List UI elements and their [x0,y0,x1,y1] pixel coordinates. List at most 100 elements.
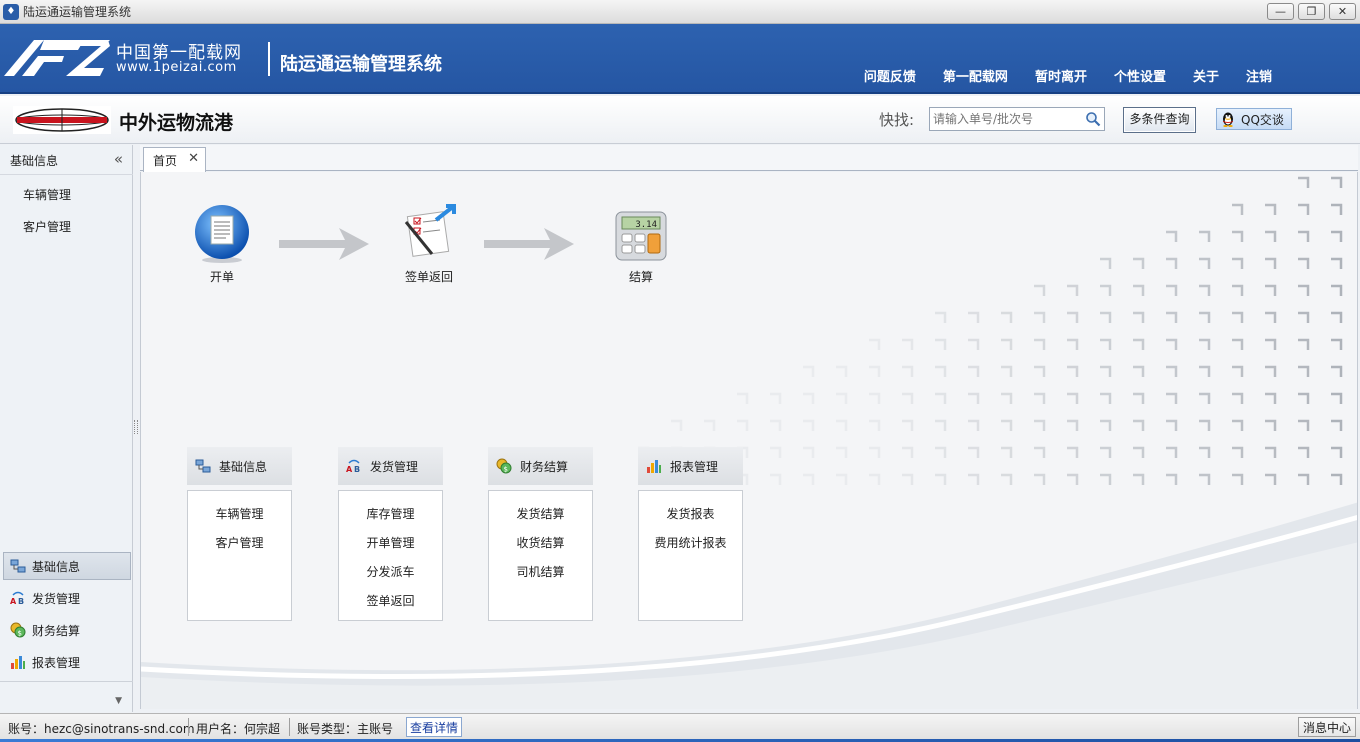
svg-text:B: B [354,465,360,474]
status-account-type: 账号类型：主账号 [297,722,394,736]
minimize-button[interactable]: — [1267,3,1294,20]
panel-reports: 报表管理 发货报表 费用统计报表 [638,447,743,621]
home-content: 开单 签单返回 3.14 结算 基础信息 车辆管理 客户管理 A B 发货管理 … [140,172,1358,709]
svg-text:A: A [10,597,17,606]
panel-link[interactable]: 司机结算 [489,563,592,592]
panel-basic-info: 基础信息 车辆管理 客户管理 [187,447,292,621]
quick-find-label: 快找: [879,111,915,129]
panel-link[interactable]: 发货报表 [639,505,742,534]
shipping-icon: A B [10,591,24,606]
report-chart-icon [11,656,25,669]
sidebar-nav-reports[interactable]: 报表管理 [3,648,131,676]
panel-link[interactable]: 库存管理 [339,505,442,534]
sidebar-nav-label: 基础信息 [32,559,81,574]
window-controls: — ❐ ✕ [1267,3,1356,20]
tab-strip: 首页 ✕ [140,145,1358,172]
tab-home-label: 首页 [153,154,178,168]
status-separator [188,718,189,736]
status-bar: 账号：hezc@sinotrans-snd.com 用户名：何宗超 账号类型：主… [0,713,1360,742]
window-title: 陆运通运输管理系统 [23,5,132,19]
status-account: 账号：hezc@sinotrans-snd.com [8,722,195,736]
logo-divider [268,42,270,76]
flow-receipt-return[interactable]: 签单返回 [384,204,474,285]
flow-arrow-icon [279,228,369,260]
checklist-pen-icon [404,204,456,257]
sidebar: 基础信息 « 车辆管理 客户管理 基础信息 A B 发货管理 $ 财务结算 报表… [0,145,133,712]
tab-close-icon[interactable]: ✕ [188,151,199,166]
flow-label: 开单 [209,270,234,284]
nav-away[interactable]: 暂时离开 [1035,66,1087,85]
sidebar-nav-basic-info[interactable]: 基础信息 [3,552,131,580]
panel-link[interactable]: 分发派车 [339,563,442,592]
qq-chat-label: QQ交谈 [1241,112,1284,127]
search-box [929,107,1105,131]
basic-info-icon [195,459,211,473]
collapse-icon[interactable]: « [114,150,123,168]
panel-shipping: A B 发货管理 库存管理 开单管理 分发派车 签单返回 [338,447,443,621]
flow-settlement[interactable]: 3.14 结算 [596,204,686,285]
nav-feedback[interactable]: 问题反馈 [864,66,916,85]
sidebar-header: 基础信息 « [0,145,133,175]
panel-body: 发货结算 收货结算 司机结算 [488,490,593,621]
panel-link[interactable]: 开单管理 [339,534,442,563]
company-logo-icon [13,106,111,134]
nav-settings[interactable]: 个性设置 [1114,66,1166,85]
qq-chat-button[interactable]: QQ交谈 [1216,108,1292,130]
panel-link[interactable]: 收货结算 [489,534,592,563]
sidebar-splitter-handle[interactable] [134,420,138,434]
search-input[interactable] [930,108,1080,130]
sidebar-item-customer[interactable]: 客户管理 [23,218,71,235]
panel-link[interactable]: 费用统计报表 [639,534,742,563]
svg-text:$: $ [504,466,508,474]
panel-link[interactable]: 客户管理 [188,534,291,563]
panel-link[interactable]: 车辆管理 [188,505,291,534]
panel-link[interactable]: 发货结算 [489,505,592,534]
panel-title: 基础信息 [219,459,268,474]
window-title-bar: ♦ 陆运通运输管理系统 — ❐ ✕ [0,0,1360,24]
pz-logo-icon [4,40,110,76]
sidebar-item-vehicle[interactable]: 车辆管理 [23,186,71,203]
panel-title: 财务结算 [520,459,569,474]
panel-body: 发货报表 费用统计报表 [638,490,743,621]
top-nav: 问题反馈 第一配载网 暂时离开 个性设置 关于 注销 [837,66,1272,85]
sidebar-nav-shipping[interactable]: A B 发货管理 [3,584,131,612]
view-details-link[interactable]: 查看详情 [406,717,463,737]
sidebar-title: 基础信息 [10,154,59,168]
status-separator [289,718,290,736]
document-globe-icon [195,205,249,263]
calculator-display: 3.14 [635,220,657,230]
flow-label: 结算 [628,270,653,284]
flow-open-order[interactable]: 开单 [177,204,267,285]
svg-text:B: B [18,597,24,606]
multi-condition-query-button[interactable]: 多条件查询 [1123,107,1196,133]
restore-button[interactable]: ❐ [1298,3,1325,20]
search-icon[interactable] [1085,111,1101,127]
panel-title: 发货管理 [370,459,419,474]
system-name: 陆运通运输管理系统 [280,54,442,75]
panel-body: 库存管理 开单管理 分发派车 签单返回 [338,490,443,621]
sidebar-nav-label: 报表管理 [32,655,81,670]
panel-header: $ 财务结算 [488,447,593,485]
basic-info-icon [10,559,26,573]
report-chart-icon [647,460,661,473]
calculator-icon: 3.14 [615,211,667,261]
close-button[interactable]: ✕ [1329,3,1356,20]
tab-home[interactable]: 首页 ✕ [143,147,206,172]
message-center-button[interactable]: 消息中心 [1297,717,1356,737]
qq-penguin-icon [1223,112,1233,127]
app-header: 中国第一配载网 www.1peizai.com 陆运通运输管理系统 问题反馈 第… [0,24,1360,94]
sidebar-nav-label: 财务结算 [32,623,81,638]
status-username: 用户名：何宗超 [196,722,281,736]
panel-finance: $ 财务结算 发货结算 收货结算 司机结算 [488,447,593,621]
nav-1peizai[interactable]: 第一配载网 [943,66,1008,85]
chevron-down-icon[interactable]: ▼ [115,696,122,706]
sidebar-nav-finance[interactable]: $ 财务结算 [3,616,131,644]
nav-logout[interactable]: 注销 [1246,66,1272,85]
sidebar-divider [0,681,133,682]
nav-about[interactable]: 关于 [1193,66,1219,85]
company-bar: 中外运物流港 快找: 多条件查询 QQ交谈 [0,96,1360,144]
panel-header: 基础信息 [187,447,292,485]
app-icon: ♦ [3,3,19,20]
panel-link[interactable]: 签单返回 [339,592,442,621]
flow-arrow-icon [484,228,574,260]
